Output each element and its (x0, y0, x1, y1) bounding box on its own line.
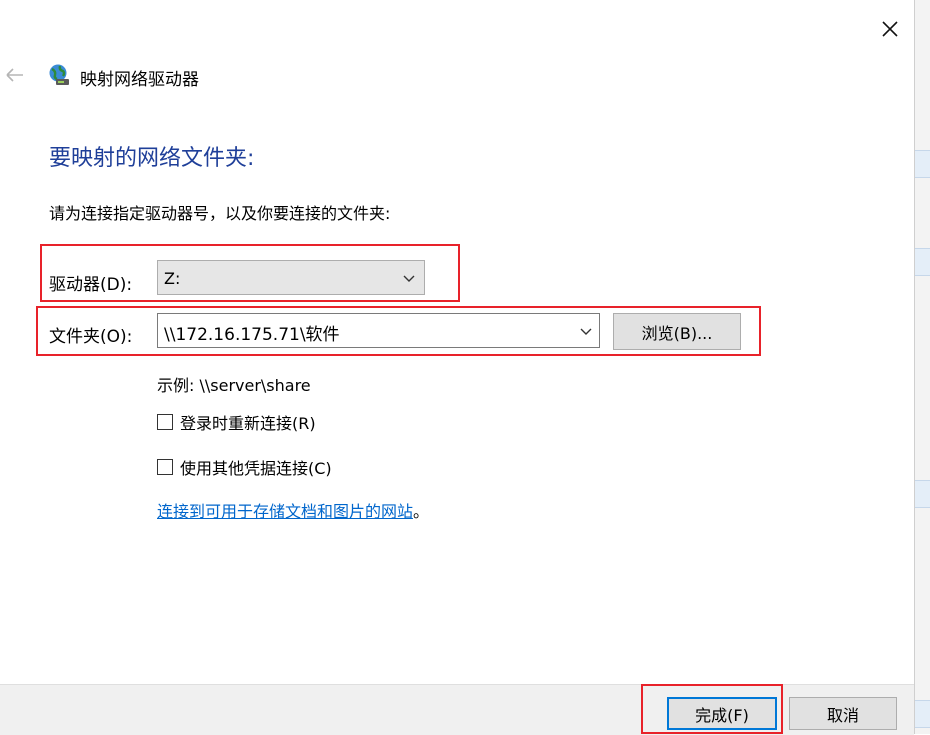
instruction-text: 请为连接指定驱动器号，以及你要连接的文件夹: (49, 204, 391, 223)
background-strip (915, 480, 930, 508)
page-heading: 要映射的网络文件夹: (49, 146, 255, 171)
website-link-row: 连接到可用于存储文档和图片的网站。 (157, 498, 429, 522)
reconnect-label[interactable]: 登录时重新连接(R) (180, 410, 316, 434)
drive-label: 驱动器(D): (49, 275, 133, 295)
storage-website-link[interactable]: 连接到可用于存储文档和图片的网站 (157, 502, 413, 521)
background-strip (915, 700, 930, 728)
finish-button[interactable]: 完成(F) (667, 697, 777, 730)
map-network-drive-dialog: 映射网络驱动器 要映射的网络文件夹: 请为连接指定驱动器号，以及你要连接的文件夹… (0, 0, 915, 735)
folder-path-input[interactable]: \\172.16.175.71\软件 (157, 313, 600, 348)
link-suffix: 。 (413, 502, 430, 521)
chevron-down-icon (403, 275, 415, 282)
dialog-title: 映射网络驱动器 (80, 70, 199, 90)
other-credentials-checkbox[interactable] (157, 459, 173, 475)
drive-letter-select[interactable]: Z: (157, 260, 425, 295)
folder-path-value: \\172.16.175.71\软件 (164, 325, 340, 345)
background-strip (915, 248, 930, 276)
folder-label: 文件夹(O): (49, 327, 133, 347)
example-text: 示例: \\server\share (157, 376, 311, 395)
background-window-edge (914, 0, 930, 734)
close-button[interactable] (872, 12, 908, 46)
chevron-down-icon[interactable] (579, 324, 593, 338)
cancel-button[interactable]: 取消 (789, 697, 897, 730)
other-credentials-label[interactable]: 使用其他凭据连接(C) (180, 455, 332, 479)
close-icon (882, 21, 898, 37)
other-credentials-checkbox-row[interactable]: 使用其他凭据连接(C) (157, 455, 332, 479)
back-arrow-icon (6, 68, 23, 82)
drive-letter-value: Z: (164, 269, 181, 288)
back-button[interactable] (2, 62, 28, 88)
background-strip (915, 150, 930, 178)
reconnect-checkbox[interactable] (157, 414, 173, 430)
reconnect-checkbox-row[interactable]: 登录时重新连接(R) (157, 410, 316, 434)
browse-button[interactable]: 浏览(B)... (613, 313, 741, 350)
network-drive-icon (49, 64, 69, 85)
